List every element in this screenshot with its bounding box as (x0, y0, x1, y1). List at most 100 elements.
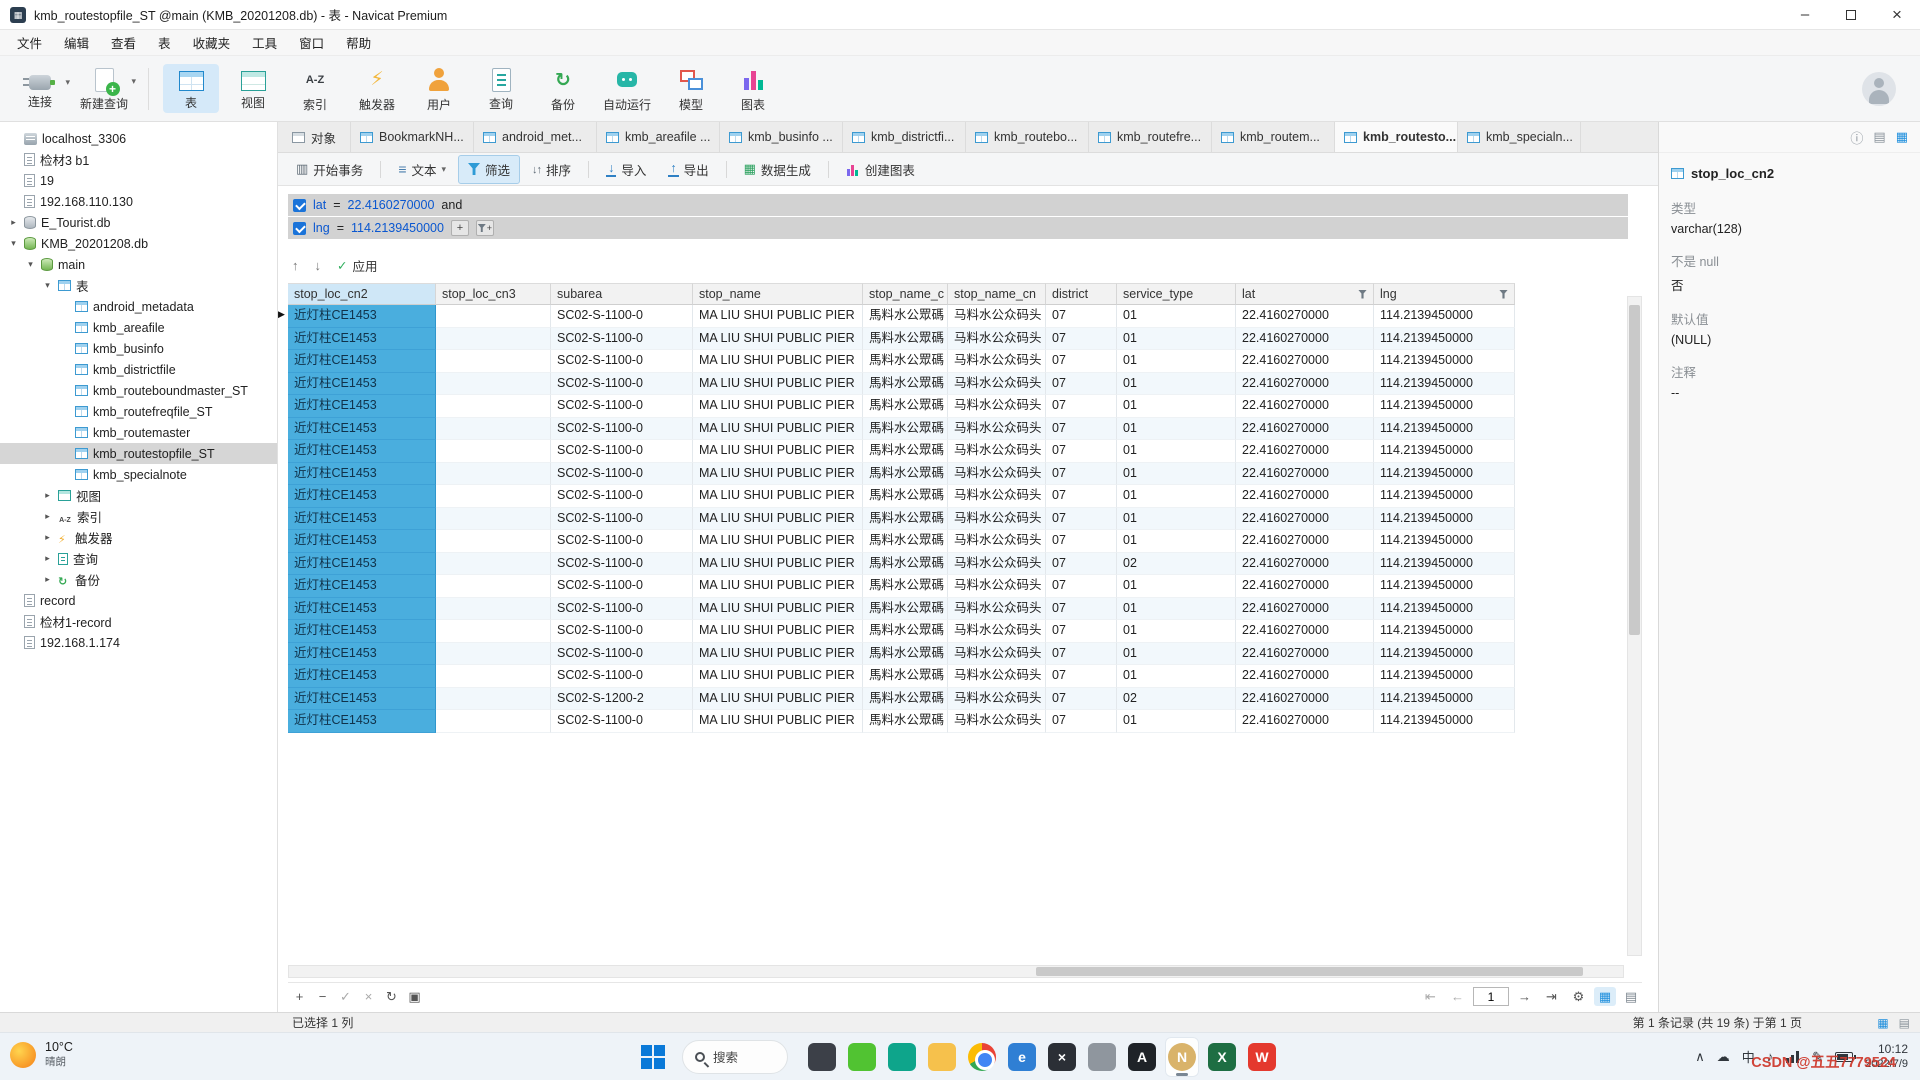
table-cell[interactable]: SC02-S-1100-0 (551, 665, 693, 688)
tree-item-192-168-110-130[interactable]: 192.168.110.130 (0, 191, 277, 212)
tree-item-localhost-3306[interactable]: localhost_3306 (0, 128, 277, 149)
menu-item[interactable]: 表 (147, 30, 182, 55)
table-cell[interactable]: SC02-S-1100-0 (551, 373, 693, 396)
table-row[interactable]: 近灯柱CE1453SC02-S-1100-0MA LIU SHUI PUBLIC… (288, 665, 1658, 688)
table-cell[interactable]: 07 (1046, 620, 1117, 643)
table-cell[interactable]: 114.2139450000 (1374, 553, 1515, 576)
table-cell[interactable]: 01 (1117, 643, 1236, 666)
table-cell[interactable]: MA LIU SHUI PUBLIC PIER (693, 418, 863, 441)
table-cell[interactable]: 马料水公众码头 (948, 440, 1046, 463)
table-cell[interactable]: 01 (1117, 598, 1236, 621)
table-cell[interactable]: 馬料水公眾碼 (863, 710, 948, 733)
checkbox-checked-icon[interactable] (293, 199, 306, 212)
table-cell[interactable]: 马料水公众码头 (948, 688, 1046, 711)
table-cell[interactable]: 01 (1117, 418, 1236, 441)
column-header-district[interactable]: district (1046, 283, 1117, 305)
create-chart-button[interactable]: 创建图表 (836, 155, 925, 184)
table-cell[interactable]: 22.4160270000 (1236, 395, 1374, 418)
table-cell[interactable]: 07 (1046, 328, 1117, 351)
table-cell[interactable] (436, 598, 551, 621)
table-cell[interactable]: 近灯柱CE1453 (288, 553, 436, 576)
tab-kmb-routefre[interactable]: kmb_routefre... (1089, 122, 1212, 152)
table-cell[interactable]: 馬料水公眾碼 (863, 440, 948, 463)
table-cell[interactable]: 22.4160270000 (1236, 485, 1374, 508)
table-cell[interactable]: 114.2139450000 (1374, 463, 1515, 486)
table-cell[interactable]: MA LIU SHUI PUBLIC PIER (693, 710, 863, 733)
table-cell[interactable]: 114.2139450000 (1374, 665, 1515, 688)
table-cell[interactable]: 马料水公众码头 (948, 710, 1046, 733)
table-cell[interactable]: 01 (1117, 440, 1236, 463)
table-cell[interactable]: 马料水公众码头 (948, 575, 1046, 598)
table-row[interactable]: 近灯柱CE1453SC02-S-1100-0MA LIU SHUI PUBLIC… (288, 350, 1658, 373)
table-cell[interactable]: 馬料水公眾碼 (863, 643, 948, 666)
first-page-button[interactable]: ⇤ (1419, 989, 1442, 1005)
taskbar-app-folder[interactable] (925, 1037, 959, 1077)
table-cell[interactable]: 01 (1117, 395, 1236, 418)
tree-item-main[interactable]: ▾main (0, 254, 277, 275)
table-cell[interactable]: 馬料水公眾碼 (863, 350, 948, 373)
table-cell[interactable]: 马料水公众码头 (948, 643, 1046, 666)
table-cell[interactable]: 07 (1046, 643, 1117, 666)
table-cell[interactable]: SC02-S-1100-0 (551, 575, 693, 598)
filter-operator[interactable]: = (333, 198, 340, 212)
table-cell[interactable]: MA LIU SHUI PUBLIC PIER (693, 440, 863, 463)
table-cell[interactable]: 07 (1046, 485, 1117, 508)
column-filter-icon[interactable] (1499, 290, 1508, 299)
tree-item-kmb-areafile[interactable]: kmb_areafile (0, 317, 277, 338)
tree-expand-icon[interactable]: ▸ (42, 490, 53, 501)
table-cell[interactable]: SC02-S-1100-0 (551, 350, 693, 373)
table-cell[interactable]: 22.4160270000 (1236, 328, 1374, 351)
table-cell[interactable]: 114.2139450000 (1374, 395, 1515, 418)
toolbar-button-trigger[interactable]: 触发器 (349, 63, 405, 115)
taskbar-app-wps[interactable]: W (1245, 1037, 1279, 1077)
table-cell[interactable]: 07 (1046, 418, 1117, 441)
tree-item-kmb-businfo[interactable]: kmb_businfo (0, 338, 277, 359)
move-condition-down-icon[interactable]: ↓ (315, 258, 322, 273)
table-cell[interactable]: 114.2139450000 (1374, 373, 1515, 396)
filter-operator[interactable]: = (337, 221, 344, 235)
taskbar-app-app-teal[interactable] (885, 1037, 919, 1077)
table-cell[interactable]: 01 (1117, 463, 1236, 486)
table-cell[interactable]: SC02-S-1100-0 (551, 643, 693, 666)
table-cell[interactable]: 近灯柱CE1453 (288, 463, 436, 486)
column-header-stop-loc-cn2[interactable]: stop_loc_cn2 (288, 283, 436, 305)
table-cell[interactable]: 01 (1117, 710, 1236, 733)
add-record-button[interactable]: + (288, 989, 311, 1004)
table-cell[interactable]: 近灯柱CE1453 (288, 688, 436, 711)
toolbar-button-connection[interactable]: 连接▾ (12, 65, 68, 112)
table-cell[interactable]: 114.2139450000 (1374, 575, 1515, 598)
table-cell[interactable]: 114.2139450000 (1374, 598, 1515, 621)
horizontal-scrollbar-thumb[interactable] (1036, 967, 1583, 976)
table-cell[interactable]: 馬料水公眾碼 (863, 305, 948, 328)
tab-kmb-routem[interactable]: kmb_routem... (1212, 122, 1335, 152)
table-cell[interactable] (436, 373, 551, 396)
table-cell[interactable]: 近灯柱CE1453 (288, 575, 436, 598)
grid-mode-icon[interactable]: ▦ (1877, 1016, 1888, 1030)
table-cell[interactable]: 马料水公众码头 (948, 305, 1046, 328)
table-cell[interactable]: 马料水公众码头 (948, 665, 1046, 688)
toolbar-button-user[interactable]: 用户 (411, 63, 467, 115)
table-cell[interactable]: 22.4160270000 (1236, 710, 1374, 733)
table-cell[interactable]: 馬料水公眾碼 (863, 665, 948, 688)
table-cell[interactable]: 07 (1046, 710, 1117, 733)
table-row[interactable]: 近灯柱CE1453SC02-S-1200-2MA LIU SHUI PUBLIC… (288, 688, 1658, 711)
table-cell[interactable]: 07 (1046, 530, 1117, 553)
table-row[interactable]: 近灯柱CE1453SC02-S-1100-0MA LIU SHUI PUBLIC… (288, 485, 1658, 508)
toolbar-button-model[interactable]: 模型 (663, 63, 719, 115)
table-cell[interactable]: 馬料水公眾碼 (863, 508, 948, 531)
table-cell[interactable]: SC02-S-1100-0 (551, 598, 693, 621)
table-cell[interactable]: SC02-S-1100-0 (551, 710, 693, 733)
table-cell[interactable]: MA LIU SHUI PUBLIC PIER (693, 643, 863, 666)
table-cell[interactable]: 马料水公众码头 (948, 418, 1046, 441)
table-cell[interactable]: SC02-S-1100-0 (551, 440, 693, 463)
table-cell[interactable]: 22.4160270000 (1236, 620, 1374, 643)
table-cell[interactable] (436, 395, 551, 418)
table-cell[interactable]: 22.4160270000 (1236, 440, 1374, 463)
tree-item-kmb-districtfile[interactable]: kmb_districtfile (0, 359, 277, 380)
filter-condition[interactable]: lat=22.4160270000and (288, 194, 1628, 216)
table-cell[interactable]: MA LIU SHUI PUBLIC PIER (693, 463, 863, 486)
tree-item-19[interactable]: 19 (0, 170, 277, 191)
tree-item-item[interactable]: ▾表 (0, 275, 277, 296)
tree-item-1-record[interactable]: 检材1-record (0, 611, 277, 632)
table-cell[interactable]: 馬料水公眾碼 (863, 530, 948, 553)
